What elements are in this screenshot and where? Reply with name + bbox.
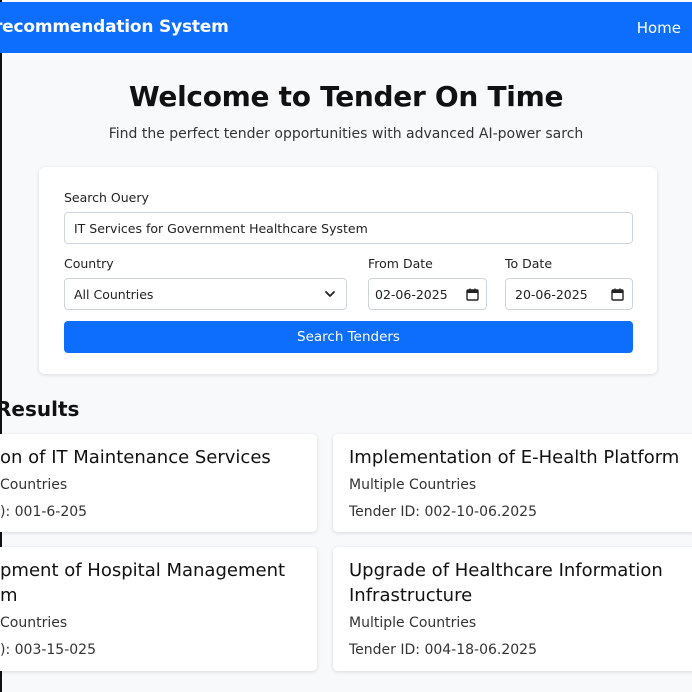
tender-id: ): 001-6-205	[0, 504, 88, 520]
tender-countries: Multiple Countries	[349, 477, 477, 493]
from-date-input[interactable]: 02-06-2025	[368, 278, 487, 310]
tender-title[interactable]: on of IT Maintenance Services	[0, 445, 271, 470]
tender-title[interactable]: Upgrade of Healthcare Information	[349, 558, 663, 583]
search-tenders-button[interactable]: Search Tenders	[64, 321, 633, 353]
to-date-label: To Date	[505, 256, 553, 271]
tender-title-line2[interactable]: m	[0, 583, 18, 608]
chevron-down-icon	[323, 287, 337, 301]
navbar: recommendation System Home	[0, 2, 692, 53]
tender-card[interactable]: on of IT Maintenance Services Countries …	[0, 434, 317, 532]
results-heading: Results	[0, 397, 80, 421]
to-date-input[interactable]: 20-06-2025	[505, 278, 633, 310]
tender-countries: Multiple Countries	[349, 615, 477, 631]
page-subtitle: Find the perfect tender opportunities wi…	[108, 126, 584, 142]
search-form: Search Ouery IT Services for Government …	[39, 167, 657, 374]
tender-card[interactable]: Upgrade of Healthcare Information Infras…	[333, 547, 692, 671]
page-title: Welcome to Tender On Time	[128, 80, 564, 113]
from-date-label: From Date	[368, 256, 433, 271]
tender-id: Tender ID: 004-18-06.2025	[349, 642, 537, 658]
nav-home-link[interactable]: Home	[637, 19, 681, 37]
tender-id: Tender ID: 002-10-06.2025	[349, 504, 537, 520]
search-query-input[interactable]: IT Services for Government Healthcare Sy…	[64, 212, 633, 244]
to-date-value: 20-06-2025	[515, 286, 588, 302]
calendar-icon[interactable]	[610, 287, 625, 302]
tender-countries: Countries	[0, 615, 68, 631]
country-select[interactable]: All Countries	[64, 278, 347, 310]
search-query-value: IT Services for Government Healthcare Sy…	[74, 220, 368, 236]
tender-title[interactable]: pment of Hospital Management	[0, 558, 285, 583]
search-query-label: Search Ouery	[64, 190, 149, 205]
tender-title[interactable]: Implementation of E-Health Platform	[349, 445, 679, 470]
country-value: All Countries	[74, 286, 154, 302]
tender-card[interactable]: pment of Hospital Management m Countries…	[0, 547, 317, 671]
calendar-icon[interactable]	[465, 287, 480, 302]
country-label: Country	[64, 256, 114, 271]
tender-countries: Countries	[0, 477, 68, 493]
tender-id: ): 003-15-025	[0, 642, 96, 658]
navbar-brand[interactable]: recommendation System	[0, 17, 229, 37]
tender-card[interactable]: Implementation of E-Health Platform Mult…	[333, 434, 692, 532]
from-date-value: 02-06-2025	[375, 286, 448, 302]
tender-title-line2[interactable]: Infrastructure	[349, 583, 472, 608]
